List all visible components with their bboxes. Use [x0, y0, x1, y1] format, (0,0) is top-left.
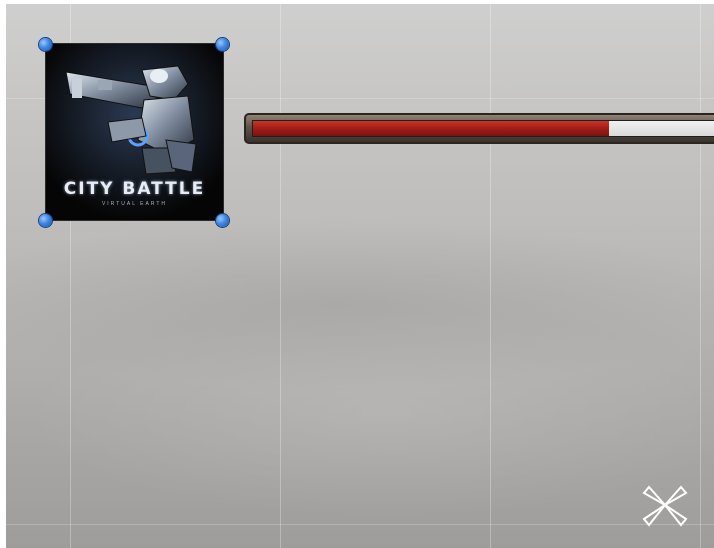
anchor-presets-icon[interactable] [640, 483, 690, 529]
city-battle-logo-image[interactable]: CITY BATTLE VIRTUAL EARTH [46, 44, 223, 220]
logo-title: CITY BATTLE [63, 179, 206, 199]
logo-subtitle: VIRTUAL EARTH [101, 201, 168, 207]
resize-handle-bottom-right[interactable] [216, 214, 229, 227]
grid-line [700, 4, 701, 548]
grid-line [280, 4, 281, 548]
progress-bar[interactable] [244, 113, 714, 144]
grid-line [490, 4, 491, 548]
progress-fill [253, 121, 609, 136]
progress-track [252, 120, 714, 137]
resize-handle-bottom-left[interactable] [39, 214, 52, 227]
scene-viewport[interactable]: CITY BATTLE VIRTUAL EARTH [6, 4, 714, 548]
resize-handle-top-left[interactable] [39, 38, 52, 51]
resize-handle-top-right[interactable] [216, 38, 229, 51]
grid-line [6, 524, 714, 525]
